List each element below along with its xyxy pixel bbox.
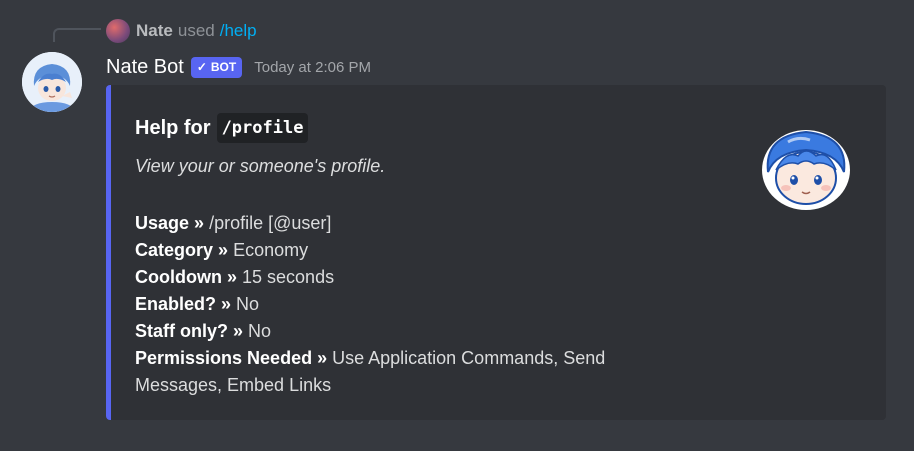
field-enabled: Enabled? » No [135,291,675,318]
field-usage: Usage » /profile [@user] [135,210,675,237]
field-permissions: Permissions Needed » Use Application Com… [135,345,675,399]
embed-title-text: Help for [135,116,211,139]
thumbnail-art [762,130,850,210]
field-name: Staff only? » [135,321,244,341]
embed-thumbnail[interactable] [758,120,854,216]
bot-avatar[interactable] [22,52,82,112]
interaction-username[interactable]: Nate [136,21,173,41]
bot-tag: ✓ BOT [190,56,243,78]
message-header: Nate Bot ✓ BOT Today at 2:06 PM [106,53,371,81]
interaction-used-text: used [177,21,215,40]
field-value: 15 seconds [242,267,335,287]
interaction-user-avatar[interactable] [106,19,130,43]
embed-title: Help for /profile [135,113,309,143]
field-name: Cooldown » [135,267,237,287]
author-name[interactable]: Nate Bot [106,56,184,79]
field-name: Permissions Needed » [135,348,328,368]
timestamp[interactable]: Today at 2:06 PM [254,59,371,76]
interaction-command[interactable]: /help [220,21,257,41]
field-value: Economy [233,240,309,260]
bot-tag-label: BOT [210,60,237,74]
embed-description: View your or someone's profile. [135,156,386,176]
field-staff-only: Staff only? » No [135,318,675,345]
interaction-reference[interactable]: Nate used /help [106,18,257,44]
reply-spine [53,28,101,42]
field-value: No [236,294,260,314]
field-value: No [248,321,272,341]
field-name: Category » [135,240,229,260]
field-name: Usage » [135,213,205,233]
embed-fields: Usage » /profile [@user] Category » Econ… [135,210,675,399]
bot-avatar-art [22,52,82,112]
help-embed: Help for /profile View your or someone's… [106,85,886,420]
field-cooldown: Cooldown » 15 seconds [135,264,675,291]
embed-title-command: /profile [216,113,309,143]
field-category: Category » Economy [135,237,675,264]
field-name: Enabled? » [135,294,232,314]
field-value: /profile [@user] [209,213,332,233]
verified-check-icon: ✓ [196,60,207,74]
